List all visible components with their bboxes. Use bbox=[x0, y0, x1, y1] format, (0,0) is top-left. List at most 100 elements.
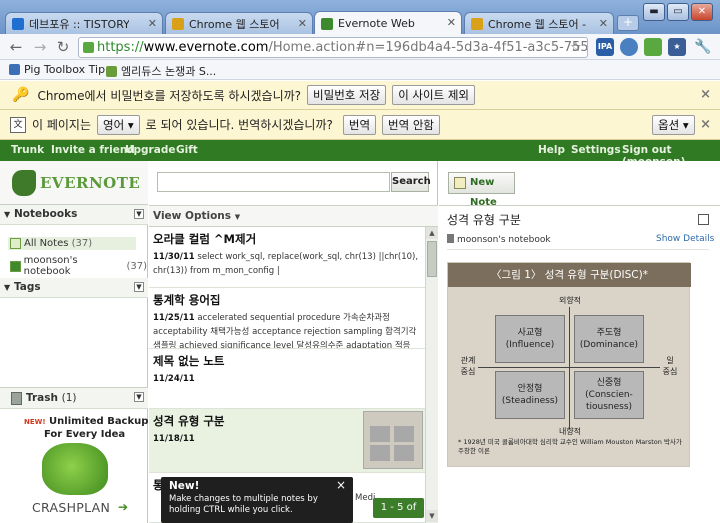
note-list-panel: Search View Options ▼ 오라클 컬럼 ^M제거 11/30/… bbox=[149, 161, 438, 523]
search-button[interactable]: Search bbox=[391, 172, 431, 192]
view-options-menu[interactable]: View Options ▼ bbox=[149, 205, 438, 227]
save-password-button[interactable]: 비밀번호 저장 bbox=[307, 85, 387, 105]
note-view-panel: New Note 성격 유형 구분 moonson's notebook Sho… bbox=[439, 161, 720, 523]
collapse-triangle-icon[interactable]: ▼ bbox=[4, 205, 10, 224]
trash-icon bbox=[11, 392, 22, 405]
check-extension-icon[interactable] bbox=[644, 38, 662, 56]
star-extension-icon[interactable]: ★ bbox=[668, 38, 686, 56]
tooltip-close-icon[interactable]: × bbox=[336, 479, 346, 491]
notebook-moonson[interactable]: moonson's notebook (37) bbox=[10, 255, 147, 277]
close-infobar-icon[interactable]: × bbox=[700, 87, 711, 102]
show-details-link[interactable]: Show Details bbox=[656, 234, 714, 244]
collapse-triangle-icon[interactable]: ▼ bbox=[4, 278, 10, 297]
trash-label: Trash bbox=[26, 392, 58, 404]
note-title: 통계학 용어집 bbox=[153, 293, 221, 307]
expand-view-icon[interactable] bbox=[698, 214, 709, 225]
tab-close-icon[interactable]: ✕ bbox=[447, 16, 456, 29]
password-infobar: 🔑 Chrome에서 비밀번호를 저장하도록 하시겠습니까? 비밀번호 저장 이… bbox=[0, 81, 720, 110]
trash-row[interactable]: Trash (1) ▼ bbox=[0, 387, 148, 409]
nav-gift-link[interactable]: Gift bbox=[176, 144, 198, 156]
note-row[interactable]: 통계학 용어집 11/25/11 accelerated sequential … bbox=[149, 288, 425, 349]
tags-header[interactable]: ▼ Tags ▼ bbox=[0, 278, 148, 298]
sidebar: EVERNOTE ▼ Notebooks ▼ All Notes (37) mo… bbox=[0, 161, 148, 523]
close-infobar-icon[interactable]: × bbox=[700, 117, 711, 132]
evernote-top-nav: Trunk Invite a friend Upgrade Gift Help … bbox=[0, 140, 720, 168]
ad-line1: Unlimited Backup bbox=[49, 416, 149, 427]
nav-invite-link[interactable]: Invite a friend bbox=[51, 144, 135, 156]
tistory-favicon-icon bbox=[12, 17, 24, 30]
new-tab-button[interactable]: + bbox=[617, 15, 639, 31]
language-select[interactable]: 영어 ▾ bbox=[97, 114, 140, 135]
note-row[interactable]: 제목 없는 노트 11/24/11 bbox=[149, 349, 425, 409]
options-button[interactable]: 옵션 ▾ bbox=[652, 115, 695, 135]
tab-evernote[interactable]: Evernote Web ✕ bbox=[314, 11, 462, 35]
notebook-name: moonson's notebook bbox=[23, 255, 78, 277]
view-options-label: View Options bbox=[153, 210, 232, 222]
globe-extension-icon[interactable] bbox=[620, 38, 638, 56]
notebooks-menu-icon[interactable]: ▼ bbox=[134, 209, 144, 219]
note-date: 11/30/11 bbox=[153, 252, 195, 262]
tab-close-icon[interactable]: ✕ bbox=[298, 17, 307, 30]
tab-chrome-store-evernote[interactable]: Chrome 웹 스토어 - Eve ✕ bbox=[464, 12, 614, 34]
tooltip-title: New! bbox=[169, 480, 200, 492]
back-arrow-icon[interactable]: ← bbox=[6, 37, 26, 57]
nav-help-link[interactable]: Help bbox=[538, 144, 565, 156]
axis-label-bottom: 내향적 bbox=[558, 427, 582, 436]
star-icon[interactable]: ☆ bbox=[570, 40, 582, 55]
address-bar[interactable]: https://www.evernote.com/Home.action#n=1… bbox=[78, 37, 588, 58]
crashplan-ad[interactable]: NEW! Unlimited Backup For Every Idea CRA… bbox=[0, 410, 149, 523]
bookmark-pig-toolbox[interactable]: Pig Toolbox Tip bbox=[9, 63, 105, 76]
notebook-count: (37) bbox=[71, 238, 93, 249]
tab-close-icon[interactable]: ✕ bbox=[599, 17, 608, 30]
note-notebook-selector[interactable]: moonson's notebook bbox=[447, 234, 551, 245]
minimize-button[interactable]: ▬ bbox=[643, 3, 665, 21]
nav-upgrade-link[interactable]: Upgrade bbox=[125, 144, 175, 156]
notebook-stack-icon bbox=[10, 238, 21, 249]
translate-button[interactable]: 번역 bbox=[342, 114, 377, 135]
note-row[interactable]: 오라클 컬럼 ^M제거 11/30/11 select work_sql, re… bbox=[149, 227, 425, 288]
ipa-extension-icon[interactable]: IPA bbox=[596, 38, 614, 56]
note-title-heading[interactable]: 성격 유형 구분 bbox=[447, 211, 521, 228]
quadrant-ko: 주도형 bbox=[596, 328, 622, 338]
note-list-scrollbar[interactable]: ▲ ▼ bbox=[425, 227, 438, 523]
note-date: 11/18/11 bbox=[153, 434, 195, 444]
exclude-site-button[interactable]: 이 사이트 제외 bbox=[392, 85, 475, 105]
wrench-icon[interactable]: 🔧 bbox=[694, 39, 711, 55]
bookmark-label: 엠리듀스 논쟁과 S... bbox=[121, 65, 217, 78]
trash-menu-icon[interactable]: ▼ bbox=[134, 392, 144, 402]
translate-infobar: 文 이 페이지는 영어 ▾ 로 되어 있습니다. 번역하시겠습니까? 번역 번역… bbox=[0, 110, 720, 140]
reload-icon[interactable]: ↻ bbox=[53, 37, 73, 57]
notebooks-header[interactable]: ▼ Notebooks ▼ bbox=[0, 205, 148, 225]
new-note-button[interactable]: New Note bbox=[448, 172, 515, 208]
quadrant-en: (Steadiness) bbox=[501, 396, 559, 406]
tab-tistory[interactable]: 데브포유 :: TISTORY 센E ✕ bbox=[5, 12, 163, 34]
scroll-thumb[interactable] bbox=[427, 241, 437, 277]
notebook-all-notes[interactable]: All Notes (37) bbox=[8, 237, 136, 250]
bookmark-mapreduce[interactable]: 엠리듀스 논쟁과 S... bbox=[106, 63, 216, 79]
search-input[interactable] bbox=[157, 172, 390, 192]
maximize-button[interactable]: ▭ bbox=[667, 3, 689, 21]
browser-titlebar: 데브포유 :: TISTORY 센E ✕ Chrome 웹 스토어 ✕ Ever… bbox=[0, 0, 720, 35]
nav-settings-link[interactable]: Settings bbox=[571, 144, 621, 156]
url-host: www.evernote.com bbox=[143, 40, 269, 55]
scroll-down-icon[interactable]: ▼ bbox=[426, 510, 438, 522]
close-window-button[interactable]: ✕ bbox=[691, 3, 713, 21]
note-row-selected[interactable]: 성격 유형 구분 11/18/11 bbox=[149, 409, 425, 473]
options-label: 옵션 bbox=[658, 118, 680, 132]
no-translate-button[interactable]: 번역 안함 bbox=[382, 114, 441, 135]
tab-chrome-store[interactable]: Chrome 웹 스토어 ✕ bbox=[165, 12, 313, 34]
axis-label-right: 일 중심 bbox=[662, 356, 678, 376]
quadrant-conscientiousness: 신중형 (Conscien- tiousness) bbox=[574, 371, 644, 419]
note-notebook-name: moonson's notebook bbox=[457, 235, 551, 245]
key-icon: 🔑 bbox=[12, 87, 30, 103]
forward-arrow-icon[interactable]: → bbox=[30, 37, 50, 57]
nav-trunk-link[interactable]: Trunk bbox=[11, 144, 44, 156]
figure-footnote: * 1928년 미국 콜롬비아대학 심리학 교수인 William Mousto… bbox=[458, 438, 682, 455]
tab-close-icon[interactable]: ✕ bbox=[148, 17, 157, 30]
ad-badge: NEW! bbox=[24, 418, 46, 426]
scroll-up-icon[interactable]: ▲ bbox=[426, 227, 438, 239]
tags-header-label: Tags bbox=[14, 281, 41, 293]
brain-illustration-icon bbox=[42, 443, 108, 495]
tags-menu-icon[interactable]: ▼ bbox=[134, 282, 144, 292]
translate-before-text: 이 페이지는 bbox=[32, 118, 92, 132]
